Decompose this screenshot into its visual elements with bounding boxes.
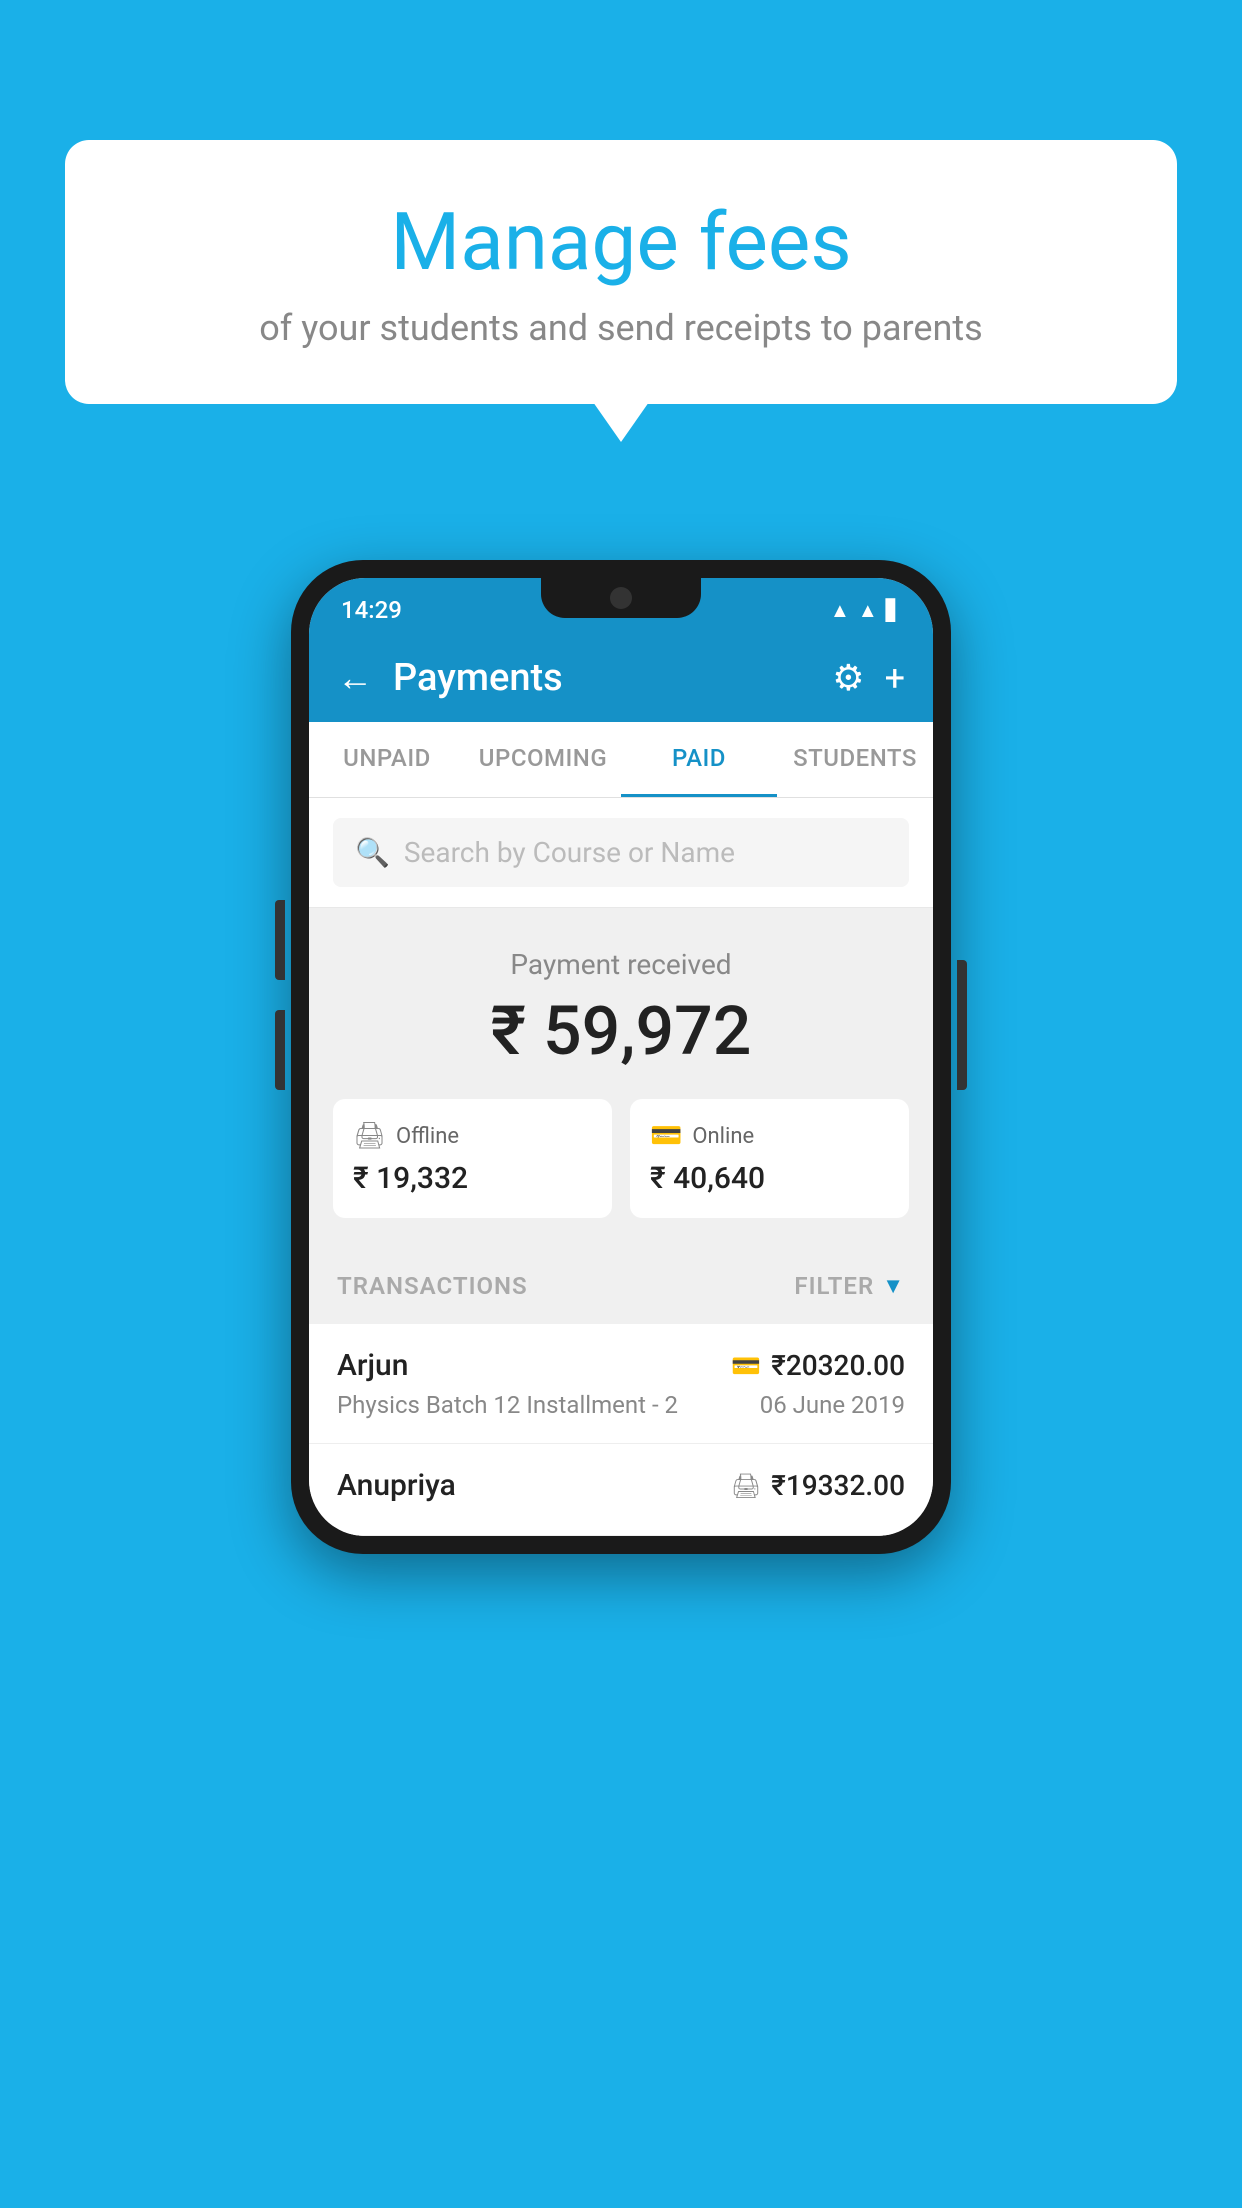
transaction-date: 06 June 2019 (760, 1391, 905, 1419)
online-payment-card: 💳 Online ₹ 40,640 (630, 1099, 909, 1218)
tab-unpaid[interactable]: UNPAID (309, 722, 465, 797)
transaction-amount: ₹20320.00 (771, 1349, 905, 1382)
add-button[interactable]: + (885, 657, 905, 699)
tab-students[interactable]: STUDENTS (777, 722, 933, 797)
search-container: 🔍 Search by Course or Name (309, 798, 933, 908)
signal-icon: ▲ (858, 598, 878, 623)
filter-button[interactable]: FILTER ▼ (794, 1272, 905, 1300)
speech-bubble: Manage fees of your students and send re… (65, 140, 1177, 404)
transaction-amount: ₹19332.00 (771, 1469, 905, 1502)
transactions-header: TRANSACTIONS FILTER ▼ (309, 1248, 933, 1324)
battery-icon: ▋ (886, 598, 901, 622)
transaction-row-bottom: Physics Batch 12 Installment - 2 06 June… (337, 1391, 905, 1419)
phone-body: 14:29 ▲ ▲ ▋ ← Payments ⚙ + UNPAID UPCOMI… (291, 560, 951, 1554)
transaction-name: Anupriya (337, 1468, 456, 1503)
back-button[interactable]: ← (337, 657, 373, 699)
online-icon: 💳 (650, 1121, 682, 1151)
transaction-name: Arjun (337, 1348, 408, 1383)
table-row[interactable]: Arjun 💳 ₹20320.00 Physics Batch 12 Insta… (309, 1324, 933, 1444)
camera (610, 587, 632, 609)
tabs: UNPAID UPCOMING PAID STUDENTS (309, 722, 933, 798)
transaction-amount-wrap: 💳 ₹20320.00 (731, 1349, 905, 1382)
phone-notch (541, 578, 701, 618)
tab-upcoming[interactable]: UPCOMING (465, 722, 621, 797)
online-label: Online (692, 1124, 754, 1149)
payment-total-amount: ₹ 59,972 (333, 991, 909, 1071)
payment-received-section: Payment received ₹ 59,972 🖨 Offline ₹ 19… (309, 908, 933, 1248)
status-time: 14:29 (341, 596, 402, 624)
payment-received-label: Payment received (333, 948, 909, 981)
transaction-row-top: Anupriya 🖨 ₹19332.00 (337, 1468, 905, 1503)
offline-icon: 🖨 (353, 1121, 386, 1151)
transaction-course: Physics Batch 12 Installment - 2 (337, 1391, 678, 1419)
promo-section: Manage fees of your students and send re… (65, 140, 1177, 404)
online-payment-icon: 💳 (731, 1352, 761, 1380)
phone-screen: 14:29 ▲ ▲ ▋ ← Payments ⚙ + UNPAID UPCOMI… (309, 578, 933, 1536)
wifi-icon: ▲ (830, 598, 850, 623)
offline-payment-card: 🖨 Offline ₹ 19,332 (333, 1099, 612, 1218)
app-header: ← Payments ⚙ + (309, 634, 933, 722)
tab-paid[interactable]: PAID (621, 722, 777, 797)
phone-mockup: 14:29 ▲ ▲ ▋ ← Payments ⚙ + UNPAID UPCOMI… (291, 560, 951, 1554)
search-icon: 🔍 (355, 836, 390, 869)
online-amount: ₹ 40,640 (650, 1161, 889, 1196)
filter-label: FILTER (794, 1272, 874, 1300)
offline-card-header: 🖨 Offline (353, 1121, 592, 1151)
offline-amount: ₹ 19,332 (353, 1161, 592, 1196)
bubble-title: Manage fees (125, 195, 1117, 289)
search-bar[interactable]: 🔍 Search by Course or Name (333, 818, 909, 887)
transactions-label: TRANSACTIONS (337, 1272, 528, 1300)
offline-payment-icon: 🖨 (731, 1472, 761, 1500)
volume-up-button (275, 900, 285, 980)
settings-button[interactable]: ⚙ (832, 657, 864, 699)
payment-cards: 🖨 Offline ₹ 19,332 💳 Online ₹ 40,640 (333, 1099, 909, 1218)
transaction-row-top: Arjun 💳 ₹20320.00 (337, 1348, 905, 1383)
filter-icon: ▼ (882, 1273, 905, 1299)
power-button (957, 960, 967, 1090)
search-input[interactable]: Search by Course or Name (404, 836, 735, 869)
bubble-subtitle: of your students and send receipts to pa… (125, 307, 1117, 349)
transaction-amount-wrap: 🖨 ₹19332.00 (731, 1469, 905, 1502)
offline-label: Offline (396, 1124, 459, 1149)
table-row[interactable]: Anupriya 🖨 ₹19332.00 (309, 1444, 933, 1536)
page-title: Payments (393, 656, 812, 700)
status-icons: ▲ ▲ ▋ (830, 598, 901, 623)
online-card-header: 💳 Online (650, 1121, 889, 1151)
volume-down-button (275, 1010, 285, 1090)
